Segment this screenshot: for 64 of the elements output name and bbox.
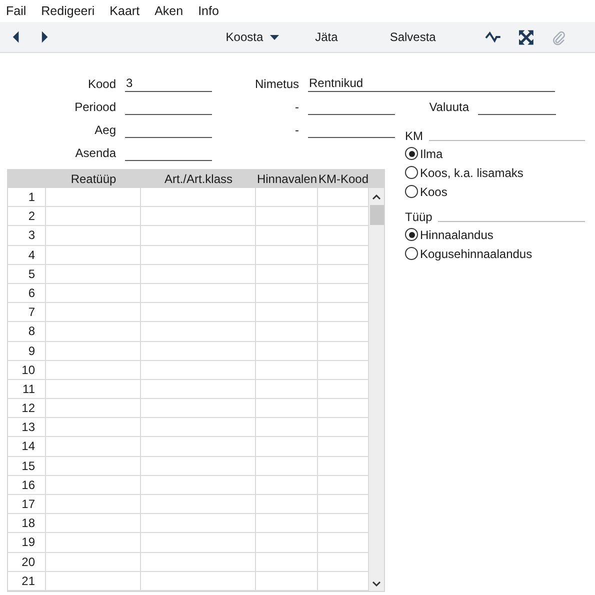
scroll-thumb[interactable] [370,205,384,225]
row-number: 1 [8,188,46,206]
row-number: 3 [8,226,46,245]
group-label: KM [405,129,423,143]
range-separator: - [294,100,300,115]
row-number: 17 [8,495,46,514]
dropdown-button[interactable]: Koosta [222,28,284,46]
row-number: 15 [8,456,46,475]
scroll-down-icon[interactable] [372,580,381,587]
row-number: 20 [8,552,46,571]
column-header[interactable]: KM-Kood [318,172,369,186]
scrollbar[interactable] [369,188,384,591]
row-number: 4 [8,246,46,264]
field-label: Kood [86,77,117,92]
row-number: 21 [8,572,46,590]
field-label: Asenda [74,146,117,161]
radio-option[interactable]: Ilma [405,144,585,163]
menu-item[interactable]: Kaart [110,4,140,18]
row-number: 12 [8,399,46,418]
radio-option[interactable]: Koos, k.a. lisamaks [405,163,585,182]
field-label: Aeg [94,123,117,138]
toolbar-button[interactable]: Jäta [311,28,342,46]
radio-button[interactable] [405,247,418,260]
group-label: Tüüp [405,210,432,224]
pulse-icon[interactable] [484,31,502,43]
row-number: 2 [8,207,46,226]
input-field[interactable]: Rentnikud [308,76,555,92]
radio-button[interactable] [405,166,418,179]
expand-icon[interactable] [519,30,534,44]
row-number: 18 [8,514,46,532]
row-number: 16 [8,476,46,494]
radio-button[interactable] [405,147,418,160]
row-number: 11 [8,380,46,398]
range-separator: - [294,123,300,138]
scroll-up-icon[interactable] [372,194,381,200]
caret-icon [270,34,280,40]
row-number: 14 [8,437,46,456]
field-label: Nimetus [254,77,300,92]
column-header[interactable]: Hinnavalen [256,172,318,186]
input-field[interactable]: 3 [125,76,212,92]
row-number: 8 [8,322,46,340]
menu-item[interactable]: Aken [154,4,184,18]
toolbar-button[interactable]: Salvesta [386,28,440,46]
row-number: 13 [8,418,46,436]
menu-item[interactable]: Redigeeri [41,4,95,18]
column-header[interactable]: Art./Art.klass [141,172,256,186]
row-number: 5 [8,264,46,283]
menu-item[interactable]: Fail [6,4,26,18]
back-icon[interactable] [11,30,21,44]
menu-item[interactable]: Info [198,4,219,18]
radio-option[interactable]: Hinnaalandus [405,225,585,244]
field-label: Valuuta [428,100,470,115]
column-header[interactable]: Reatüüp [46,172,141,186]
row-number: 7 [8,303,46,322]
radio-button[interactable] [405,185,418,198]
radio-button[interactable] [405,228,418,241]
forward-icon[interactable] [40,30,50,44]
row-number: 6 [8,284,46,302]
radio-option[interactable]: Kogusehinnaalandus [405,244,585,263]
field-label: Periood [74,100,117,115]
radio-option[interactable]: Koos [405,182,585,201]
row-number: 10 [8,360,46,379]
row-number: 9 [8,342,46,360]
row-number: 19 [8,533,46,552]
